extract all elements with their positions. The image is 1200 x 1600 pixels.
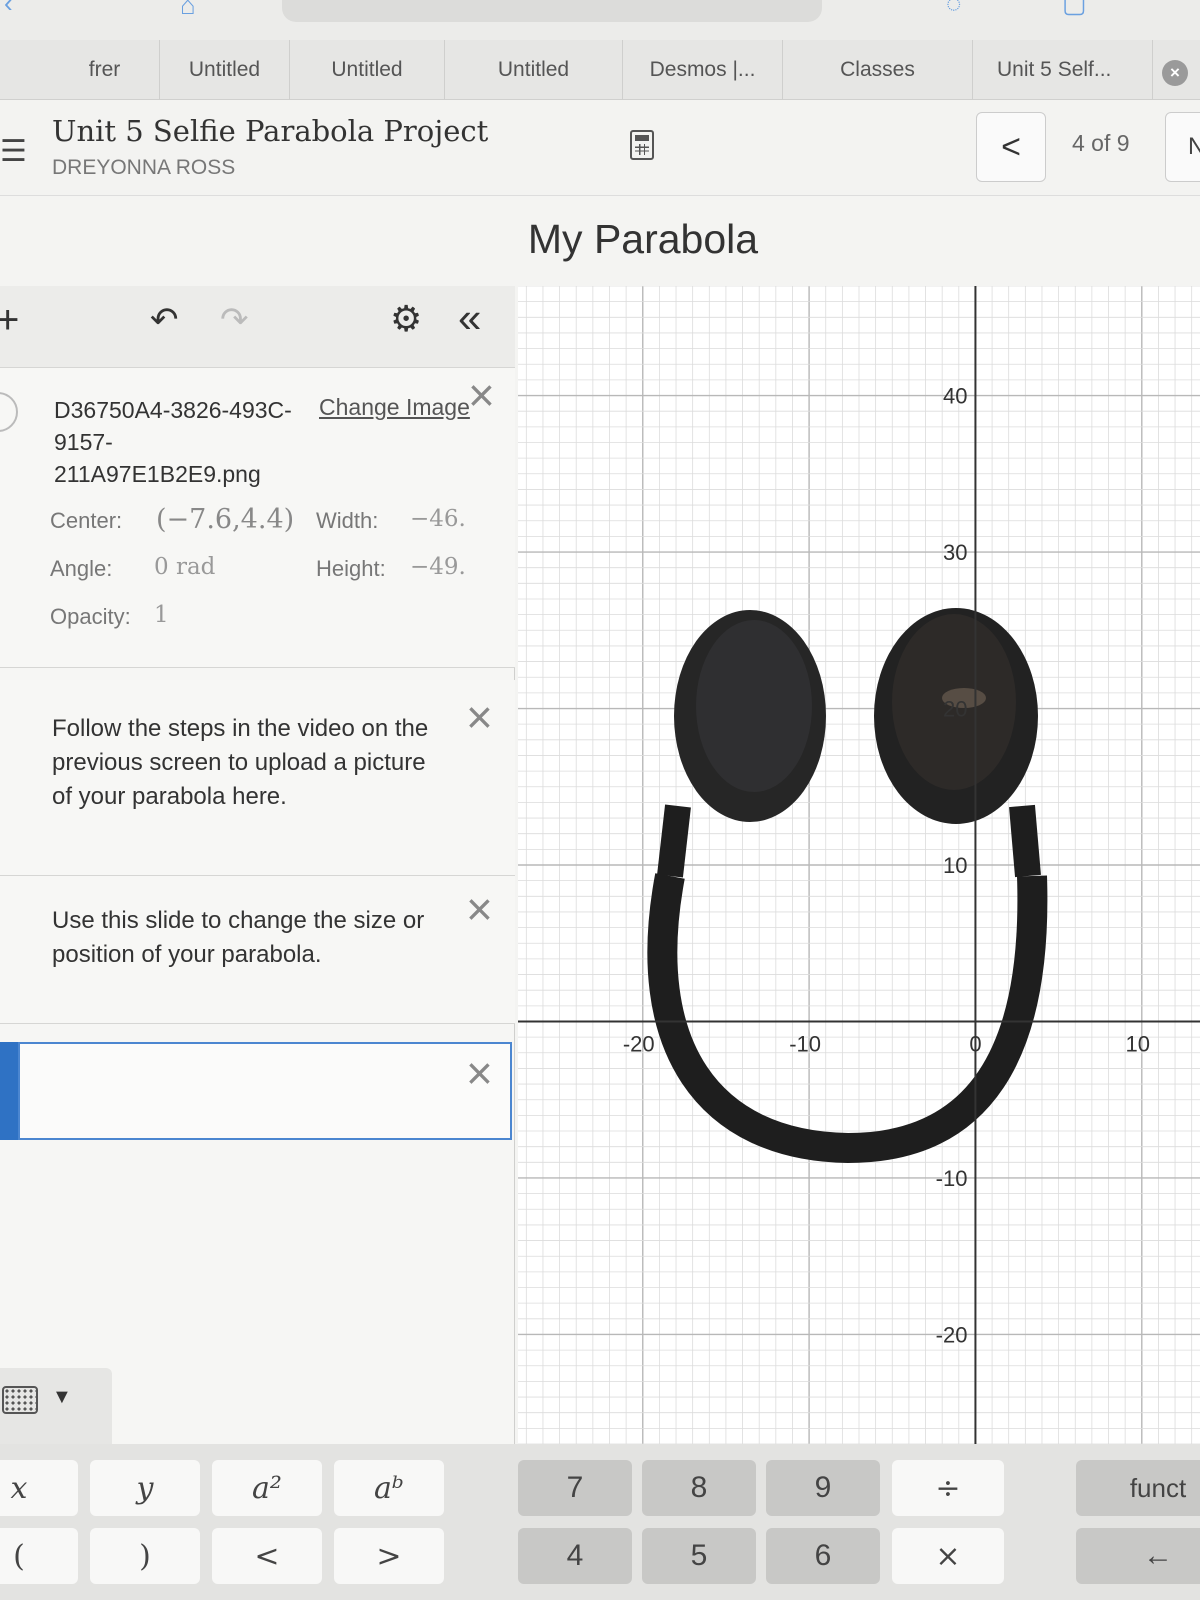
key-7[interactable]: 7 [518, 1460, 632, 1516]
left-slider [657, 804, 691, 878]
key-backspace[interactable]: ← [1076, 1528, 1200, 1584]
tab-label: Classes [840, 58, 915, 81]
y-tick-label: 20 [943, 697, 967, 722]
redo-icon[interactable]: ↷ [220, 300, 249, 340]
opacity-label: Opacity: [50, 604, 131, 629]
tab-frer[interactable]: frer [50, 40, 160, 100]
tab-label: Untitled [188, 58, 261, 81]
tab-untitled-1[interactable]: Untitled [160, 40, 290, 100]
tabs-icon[interactable]: ▢ [1062, 0, 1087, 16]
width-label: Width: [316, 508, 379, 533]
empty-expression-input[interactable]: × [18, 1042, 512, 1140]
note-item[interactable]: Use this slide to change the size or pos… [0, 876, 515, 1024]
key-functions[interactable]: funct [1076, 1460, 1200, 1516]
x-tick-label: -20 [623, 1031, 655, 1056]
width-input[interactable]: −46. [410, 506, 466, 532]
expression-toolbar: + ↶ ↷ ⚙ « [0, 286, 515, 368]
center-input[interactable]: (−7.6,4.4) [156, 504, 294, 535]
caret-down-icon: ▼ [52, 1386, 72, 1408]
page-indicator: 4 of 9 [1072, 130, 1130, 156]
image-icon[interactable] [0, 392, 18, 432]
right-slider [1009, 804, 1041, 878]
menu-icon[interactable]: ☰ [0, 134, 27, 169]
tab-untitled-3[interactable]: Untitled [445, 40, 623, 100]
delete-expression-icon[interactable]: × [466, 1050, 493, 1096]
image-filename: D36750A4-3826-493C-9157-211A97E1B2E9.png [54, 397, 292, 487]
expression-list: + ↶ ↷ ⚙ « D36750A4-3826-493C-9157-211A97… [0, 286, 515, 1446]
keypad-toggle[interactable]: ▼ [0, 1368, 112, 1444]
center-label: Center: [50, 508, 123, 533]
change-image-link[interactable]: Change Image [319, 394, 470, 421]
x-tick-label: 0 [969, 1031, 981, 1056]
close-tab-icon[interactable]: × [1162, 60, 1188, 86]
angle-input[interactable]: 0 rad [154, 554, 215, 580]
delete-note-icon[interactable]: × [466, 694, 493, 740]
bookmark-icon[interactable]: ⌂ [180, 0, 196, 18]
key-6[interactable]: 6 [766, 1528, 880, 1584]
y-tick-label: 40 [943, 384, 967, 409]
key-x[interactable]: x [0, 1460, 78, 1516]
key-9[interactable]: 9 [766, 1460, 880, 1516]
tab-label: Untitled [497, 58, 570, 81]
gear-icon[interactable]: ⚙ [390, 298, 422, 340]
x-tick-label: 10 [1126, 1031, 1150, 1056]
key-divide[interactable]: ÷ [892, 1460, 1004, 1516]
note-text: Use this slide to change the size or pos… [52, 907, 425, 968]
tab-label: Unit 5 Self... [997, 58, 1112, 81]
note-item[interactable]: Follow the steps in the video on the pre… [0, 680, 515, 876]
math-keypad: x y a² aᵇ 7 8 9 ÷ funct ( ) < > 4 5 6 × … [0, 1444, 1200, 1600]
key-8[interactable]: 8 [642, 1460, 756, 1516]
browser-chrome: ‹ ⌂ ◌ ▢ [0, 0, 1200, 40]
key-close-paren[interactable]: ) [90, 1528, 200, 1584]
opacity-input[interactable]: 1 [154, 602, 169, 628]
student-name: DREYONNA ROSS [52, 156, 236, 179]
tab-classes[interactable]: Classes [783, 40, 973, 100]
key-multiply[interactable]: × [892, 1528, 1004, 1584]
screen-title: My Parabola [527, 216, 759, 262]
tab-untitled-2[interactable]: Untitled [290, 40, 445, 100]
note-text: Follow the steps in the video on the pre… [52, 715, 429, 810]
key-4[interactable]: 4 [518, 1528, 632, 1584]
y-tick-label: -20 [936, 1322, 968, 1347]
collapse-panel-icon[interactable]: « [458, 294, 481, 342]
height-input[interactable]: −49. [410, 554, 466, 580]
delete-image-icon[interactable]: × [468, 372, 495, 418]
key-open-paren[interactable]: ( [0, 1528, 78, 1584]
y-tick-label: 10 [943, 853, 967, 878]
y-tick-label: 30 [943, 540, 967, 565]
reload-icon[interactable]: ◌ [946, 0, 961, 16]
tab-unit-5-selfie[interactable]: Unit 5 Self... [973, 40, 1153, 100]
tab-label: Untitled [331, 58, 403, 81]
key-5[interactable]: 5 [642, 1528, 756, 1584]
left-earcup-face [696, 620, 812, 792]
key-greater-than[interactable]: > [334, 1528, 444, 1584]
calculator-icon[interactable] [630, 130, 654, 160]
tab-label: frer [88, 58, 121, 81]
y-tick-label: -10 [936, 1166, 968, 1191]
add-item-icon[interactable]: + [0, 298, 19, 343]
key-a-power-b[interactable]: aᵇ [334, 1460, 444, 1516]
key-y[interactable]: y [90, 1460, 200, 1516]
tab-label: Desmos |... [649, 58, 756, 81]
back-icon[interactable]: ‹ [4, 0, 13, 16]
next-screen-button[interactable]: N [1165, 112, 1200, 182]
height-label: Height: [316, 556, 386, 581]
keyboard-icon [2, 1386, 38, 1414]
key-less-than[interactable]: < [212, 1528, 322, 1584]
angle-label: Angle: [50, 556, 113, 581]
delete-note-icon[interactable]: × [466, 886, 493, 932]
activity-title: Unit 5 Selfie Parabola Project [52, 114, 489, 148]
undo-icon[interactable]: ↶ [150, 300, 179, 340]
image-expression[interactable]: D36750A4-3826-493C-9157-211A97E1B2E9.png… [0, 368, 515, 668]
graph-paper[interactable]: -20 -10 0 10 40 30 20 10 -10 -20 [518, 286, 1200, 1444]
browser-tabs: frer Untitled Untitled Untitled Desmos |… [0, 40, 1200, 100]
tab-desmos[interactable]: Desmos |... [623, 40, 783, 100]
previous-screen-button[interactable]: < [976, 112, 1046, 182]
active-row-marker [0, 1042, 20, 1140]
key-a-squared[interactable]: a² [212, 1460, 322, 1516]
address-bar[interactable] [282, 0, 822, 22]
x-tick-label: -10 [789, 1031, 821, 1056]
